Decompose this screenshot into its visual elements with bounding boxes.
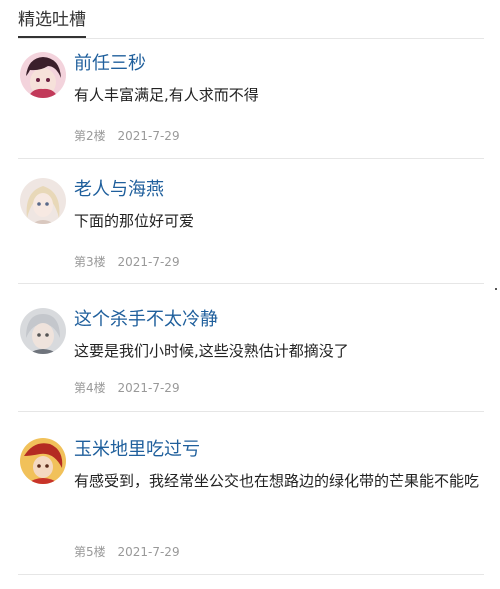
comment-username[interactable]: 老人与海燕 bbox=[74, 178, 164, 202]
comment-username[interactable]: 前任三秒 bbox=[74, 52, 146, 76]
user-avatar[interactable] bbox=[20, 52, 66, 98]
comment-username[interactable]: 这个杀手不太冷静 bbox=[74, 308, 218, 332]
comment-floor: 第4楼 bbox=[74, 381, 106, 395]
comment-content: 有感受到，我经常坐公交也在想路边的绿化带的芒果能不能吃 bbox=[74, 472, 480, 490]
avatar-silver-hair bbox=[20, 308, 66, 354]
user-avatar[interactable] bbox=[20, 178, 66, 224]
comment-meta: 第2楼 2021-7-29 bbox=[74, 128, 180, 144]
section-title: 精选吐槽 bbox=[18, 9, 86, 38]
comment-floor: 第2楼 bbox=[74, 129, 106, 143]
avatar-red-gold-character bbox=[20, 438, 66, 484]
comment-date: 2021-7-29 bbox=[117, 129, 180, 143]
stray-dot bbox=[495, 288, 497, 290]
comment-date: 2021-7-29 bbox=[117, 545, 180, 559]
comment-content: 下面的那位好可爱 bbox=[74, 212, 195, 230]
comment-item: 前任三秒 有人丰富满足,有人求而不得 第2楼 2021-7-29 bbox=[18, 52, 484, 159]
comment-meta: 第3楼 2021-7-29 bbox=[74, 254, 180, 270]
comment-item: 老人与海燕 下面的那位好可爱 第3楼 2021-7-29 bbox=[18, 178, 484, 284]
comment-content: 有人丰富满足,有人求而不得 bbox=[74, 86, 259, 104]
comment-item: 这个杀手不太冷静 这要是我们小时候,这些没熟估计都摘没了 第4楼 2021-7-… bbox=[18, 308, 484, 412]
comment-username[interactable]: 玉米地里吃过亏 bbox=[74, 438, 200, 462]
section-header: 精选吐槽 bbox=[18, 0, 484, 39]
comment-floor: 第5楼 bbox=[74, 545, 106, 559]
comment-meta: 第5楼 2021-7-29 bbox=[74, 544, 180, 560]
comment-date: 2021-7-29 bbox=[117, 381, 180, 395]
user-avatar[interactable] bbox=[20, 308, 66, 354]
user-avatar[interactable] bbox=[20, 438, 66, 484]
comment-content: 这要是我们小时候,这些没熟估计都摘没了 bbox=[74, 342, 349, 360]
avatar-doll-blonde bbox=[20, 178, 66, 224]
comment-floor: 第3楼 bbox=[74, 255, 106, 269]
avatar-anime-dark-hair bbox=[20, 52, 66, 98]
comment-date: 2021-7-29 bbox=[117, 255, 180, 269]
comment-item: 玉米地里吃过亏 有感受到，我经常坐公交也在想路边的绿化带的芒果能不能吃 第5楼 … bbox=[18, 438, 484, 575]
comment-meta: 第4楼 2021-7-29 bbox=[74, 380, 180, 396]
